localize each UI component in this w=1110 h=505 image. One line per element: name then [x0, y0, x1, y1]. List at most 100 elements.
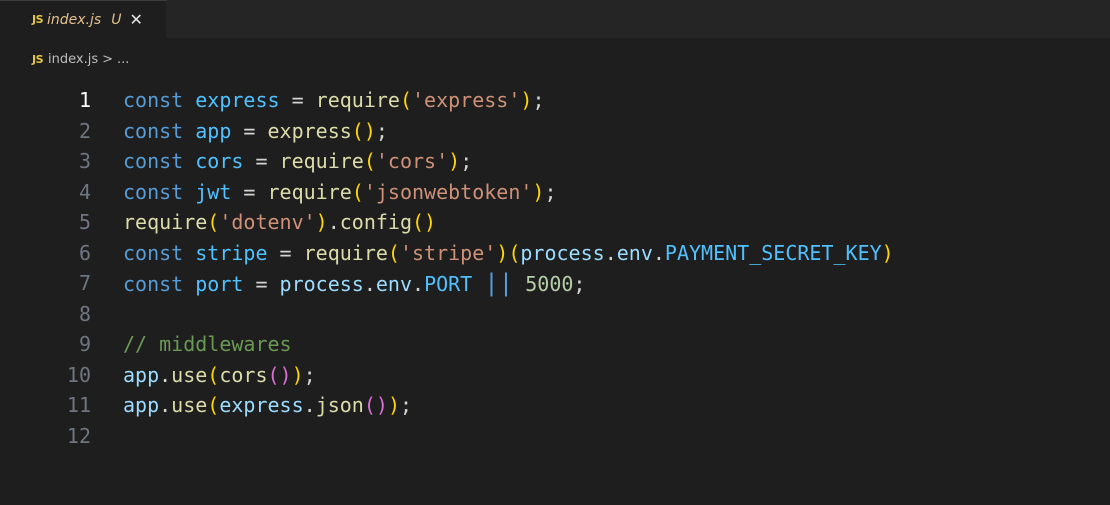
code-token: PAYMENT_SECRET_KEY [664, 240, 882, 265]
code-token: app [123, 393, 160, 417]
javascript-file-icon: JS [32, 52, 44, 66]
line-number: 4 [78, 179, 91, 204]
line-number: 3 [78, 149, 91, 173]
code-token: // middlewares [123, 332, 292, 356]
code-text: const port = process.env.PORT || 5000; [123, 268, 585, 300]
chevron-right-icon: > [102, 51, 114, 67]
code-line[interactable]: 12 [0, 421, 1110, 452]
code-token: stripe [195, 240, 268, 265]
code-text: const app = express(); [123, 116, 388, 147]
breadcrumb: JS index.js > ... [32, 50, 129, 68]
code-token: ; [544, 179, 557, 204]
code-line[interactable]: 9 // middlewares [0, 329, 1110, 360]
code-editor[interactable]: 1 const express = require('express'); 2 con… [0, 85, 1110, 451]
editor-tab-bar: JS index.js U ✕ [0, 0, 1110, 39]
code-token: = [267, 240, 304, 265]
code-token: env [375, 272, 413, 296]
code-token: . [363, 272, 376, 296]
code-token: ( [351, 179, 364, 204]
code-token: = [243, 272, 280, 296]
code-text: // middlewares [123, 329, 292, 360]
code-token: use [171, 362, 208, 387]
line-number: 9 [78, 332, 91, 356]
line-number: 8 [78, 301, 91, 326]
tab-index-js[interactable]: JS index.js U ✕ [0, 0, 167, 38]
code-line[interactable]: 8 [0, 299, 1110, 330]
code-token: )( [496, 240, 521, 265]
code-token: cors [219, 362, 268, 387]
code-token: ) [315, 210, 328, 234]
code-token: ( [207, 393, 220, 417]
code-token: ; [460, 149, 473, 173]
code-token: const [123, 118, 196, 143]
code-line[interactable]: 1 const express = require('express'); [0, 85, 1110, 116]
code-token: PORT [424, 272, 473, 296]
code-line[interactable]: 11 app.use(express.json()); [0, 390, 1110, 421]
code-text: const stripe = require('stripe')(process… [123, 238, 894, 269]
code-token: require [123, 210, 208, 234]
code-token: . [303, 393, 316, 417]
breadcrumb-file[interactable]: index.js [48, 52, 98, 67]
code-token: app [195, 118, 232, 143]
code-token: = [231, 179, 268, 204]
close-icon[interactable]: ✕ [129, 10, 142, 29]
javascript-file-icon: JS [32, 13, 44, 26]
code-token: = [231, 118, 268, 143]
code-token: const [123, 88, 196, 112]
line-number: 12 [66, 423, 91, 448]
code-token: const [123, 240, 196, 265]
code-line[interactable]: 4 const jwt = require('jsonwebtoken'); [0, 177, 1110, 208]
code-token: ( [363, 149, 376, 173]
code-token: ; [375, 118, 388, 143]
code-token: const [123, 179, 196, 204]
code-text: require('dotenv').config() [123, 207, 436, 238]
code-token: ) [291, 362, 304, 387]
code-token: require [303, 240, 388, 265]
code-token: port [195, 272, 244, 296]
breadcrumb-symbols[interactable]: ... [117, 52, 129, 67]
code-token: ; [400, 393, 413, 417]
code-token: = [279, 88, 316, 112]
code-text: const cors = require('cors'); [123, 146, 472, 177]
code-token: . [652, 240, 665, 265]
code-token: 'cors' [375, 149, 449, 173]
code-token: const [123, 272, 196, 296]
line-number: 2 [78, 118, 91, 143]
code-token: require [315, 88, 400, 112]
line-number: 5 [78, 210, 91, 234]
code-token: ) [881, 240, 894, 265]
code-token: app [123, 362, 160, 387]
line-number: 6 [78, 240, 91, 265]
code-token: express [195, 88, 280, 112]
code-token: ) [532, 179, 545, 204]
code-token: env [616, 240, 653, 265]
code-text: const jwt = require('jsonwebtoken'); [123, 177, 557, 208]
code-token: = [243, 149, 280, 173]
code-token: 'stripe' [399, 240, 497, 265]
code-token: 'express' [412, 88, 521, 112]
code-token: process [520, 240, 605, 265]
code-token: . [327, 210, 340, 234]
code-line[interactable]: 3 const cors = require('cors'); [0, 146, 1110, 177]
code-token: config [339, 210, 413, 234]
code-token: () [363, 393, 388, 417]
code-token: json [315, 393, 364, 417]
code-line[interactable]: 6 const stripe = require('stripe')(proces… [0, 238, 1110, 269]
code-line[interactable]: 5 require('dotenv').config() [0, 207, 1110, 238]
code-token: () [351, 118, 376, 143]
code-token: . [604, 240, 617, 265]
code-token: . [159, 393, 172, 417]
code-line[interactable]: 10 app.use(cors()); [0, 360, 1110, 391]
code-token: ; [532, 88, 545, 112]
code-token: . [159, 362, 172, 387]
code-token: ( [207, 362, 220, 387]
code-token: . [412, 272, 425, 296]
code-line[interactable]: 7 const port = process.env.PORT || 5000; [0, 268, 1110, 299]
line-number: 7 [78, 271, 91, 295]
code-line[interactable]: 2 const app = express(); [0, 116, 1110, 147]
code-token: cors [195, 149, 244, 173]
code-text: const express = require('express'); [123, 85, 544, 116]
code-token: 5000 [525, 272, 574, 296]
